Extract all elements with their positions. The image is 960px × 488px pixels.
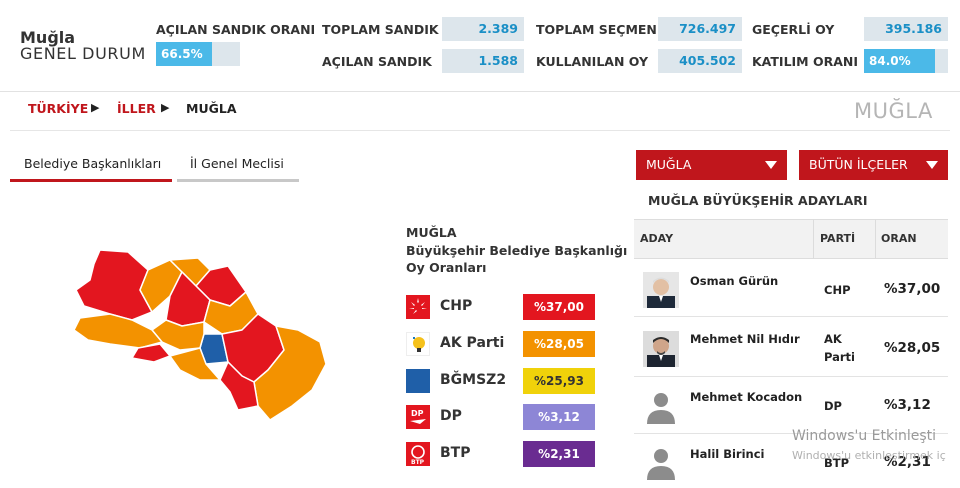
divider	[10, 130, 950, 131]
breadcrumb-provinces-link[interactable]: İLLER	[117, 101, 156, 116]
party-rate: %37,00	[523, 294, 595, 320]
svg-text:BTP: BTP	[411, 459, 425, 466]
candidate-name: Mehmet Kocadon	[690, 390, 803, 404]
general-status-title: GENEL DURUM	[20, 44, 146, 63]
candidate-rate: %3,12	[884, 397, 931, 413]
party-rate: %3,12	[523, 404, 595, 430]
candidate-name: Mehmet Nil Hıdır	[690, 332, 800, 346]
candidate-rate: %37,00	[884, 281, 941, 297]
used-votes-label: KULLANILAN OY	[536, 54, 649, 69]
candidate-name: Halil Birinci	[690, 447, 765, 461]
activation-watermark-title: Windows'u Etkinleşti	[792, 428, 937, 444]
chp-logo-icon	[406, 295, 430, 319]
results-subtitle-1: Büyükşehir Belediye Başkanlığı	[406, 243, 628, 258]
province-select-value: MUĞLA	[646, 157, 692, 172]
valid-votes-label: GEÇERLİ OY	[752, 22, 835, 37]
column-party: PARTİ	[820, 232, 856, 245]
district-select-value: BÜTÜN İLÇELER	[809, 157, 908, 172]
candidate-name: Osman Gürün	[690, 274, 779, 288]
turnout-fill: 84.0%	[864, 49, 935, 73]
column-candidate: ADAY	[640, 232, 674, 245]
btp-logo-icon: BTP	[406, 442, 430, 466]
akp-logo-icon	[406, 332, 430, 356]
tab-active-indicator	[10, 179, 172, 182]
tab-inactive-indicator	[177, 179, 299, 182]
candidate-rate: %28,05	[884, 340, 941, 356]
candidate-party: DP	[824, 399, 842, 413]
party-rate: %28,05	[523, 331, 595, 357]
avatar	[643, 272, 679, 308]
district-peninsula	[73, 313, 163, 349]
avatar-placeholder-icon	[643, 444, 679, 480]
breadcrumb-turkey-link[interactable]: TÜRKİYE	[28, 101, 88, 116]
candidate-party: AK Parti	[824, 332, 855, 364]
district-northwest	[75, 249, 153, 321]
total-voters-label: TOPLAM SEÇMEN	[536, 22, 657, 37]
opened-ratio-fill: 66.5%	[156, 42, 212, 66]
turnout-label: KATILIM ORANI	[752, 54, 859, 69]
chevron-down-icon	[926, 161, 938, 169]
breadcrumb-arrow-icon: ▶	[91, 101, 100, 114]
district-select[interactable]: BÜTÜN İLÇELER	[799, 150, 948, 180]
opened-box-label: AÇILAN SANDIK	[322, 54, 432, 69]
party-rate: %25,93	[523, 368, 595, 394]
valid-votes-value: 395.186	[864, 17, 948, 41]
results-city: MUĞLA	[406, 225, 457, 240]
tab-mayoralties[interactable]: Belediye Başkanlıkları	[24, 156, 161, 171]
svg-text:DP: DP	[411, 409, 424, 418]
activation-watermark-text: Windows'u etkinleştirmek iç	[792, 449, 946, 462]
opened-ratio-label: AÇILAN SANDIK ORANI	[156, 22, 316, 37]
dp-logo-icon: DP	[406, 405, 430, 429]
opened-box-value: 1.588	[442, 49, 524, 73]
breadcrumb-arrow-icon: ▶	[161, 101, 170, 114]
candidates-title: MUĞLA BÜYÜKŞEHİR ADAYLARI	[648, 193, 868, 208]
district-map	[73, 249, 327, 421]
party-name: BĞMSZ2	[440, 372, 507, 388]
province-select[interactable]: MUĞLA	[636, 150, 787, 180]
party-name: AK Parti	[440, 335, 505, 351]
turnout-bar: 84.0%	[864, 49, 948, 73]
page-city-title: MUĞLA	[854, 99, 933, 123]
independent-logo-icon	[406, 369, 430, 393]
avatar	[643, 331, 679, 367]
party-name: DP	[440, 408, 462, 424]
candidate-party: CHP	[824, 283, 851, 297]
total-box-label: TOPLAM SANDIK	[322, 22, 439, 37]
total-voters-value: 726.497	[658, 17, 742, 41]
chevron-down-icon	[765, 161, 777, 169]
total-box-value: 2.389	[442, 17, 524, 41]
results-subtitle-2: Oy Oranları	[406, 260, 487, 275]
opened-ratio-bar: 66.5%	[156, 42, 240, 66]
party-name: CHP	[440, 298, 473, 314]
party-rate: %2,31	[523, 441, 595, 467]
used-votes-value: 405.502	[658, 49, 742, 73]
province-map[interactable]	[70, 230, 340, 430]
avatar-placeholder-icon	[643, 388, 679, 424]
breadcrumb-current: MUĞLA	[186, 101, 237, 116]
tab-provincial-council[interactable]: İl Genel Meclisi	[190, 156, 284, 171]
party-name: BTP	[440, 445, 471, 461]
column-rate: ORAN	[881, 232, 917, 245]
